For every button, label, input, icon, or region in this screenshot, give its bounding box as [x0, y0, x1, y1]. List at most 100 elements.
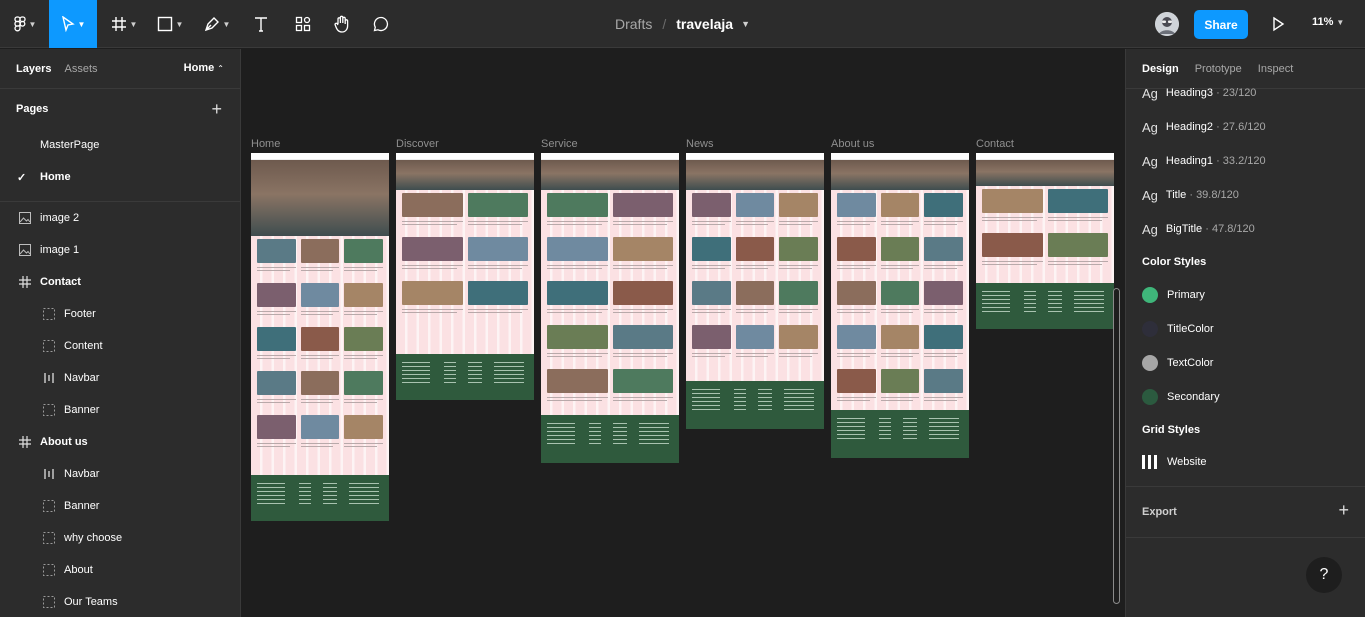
color-style-item[interactable]: Secondary [1126, 380, 1365, 414]
thumbnail-text [924, 224, 957, 225]
thumbnail-text [257, 402, 290, 403]
thumbnail-text [880, 356, 914, 357]
color-style-item[interactable]: TitleColor [1126, 312, 1365, 346]
thumbnail-text [692, 309, 731, 310]
canvas-scrollbar[interactable] [1113, 288, 1120, 604]
section-icon [42, 595, 56, 609]
chevron-down-icon: ▼ [77, 19, 86, 29]
thumbnail-text [547, 397, 608, 398]
rectangle-icon [157, 16, 173, 32]
text-tool-button[interactable] [248, 0, 274, 48]
file-name[interactable]: travelaja [676, 16, 733, 32]
main-menu-button[interactable]: ▼ [8, 0, 42, 48]
tab-layers[interactable]: Layers [16, 63, 51, 75]
thumbnail-text [344, 355, 383, 356]
grid-style-item[interactable]: Website [1126, 446, 1365, 478]
frame-tool-button[interactable]: ▼ [104, 0, 144, 48]
frame-label[interactable]: Service [541, 138, 578, 150]
page-item[interactable]: ✓ Home [0, 161, 240, 193]
layer-item[interactable]: About us [0, 426, 240, 458]
layer-item[interactable]: Banner [0, 490, 240, 522]
thumbnail-image [837, 281, 876, 305]
layer-item[interactable]: Navbar [0, 458, 240, 490]
thumbnail-image [344, 283, 383, 307]
avatar[interactable] [1155, 12, 1179, 36]
thumbnail-text [257, 399, 296, 400]
text-style-item[interactable]: Ag BigTitle · 47.8/120 [1126, 212, 1365, 246]
frame-label[interactable]: News [686, 138, 714, 150]
layer-item[interactable]: Contact [0, 266, 240, 298]
thumbnail-text [300, 443, 340, 444]
page-selector[interactable]: Home ⌃ [184, 62, 224, 74]
drafts-link[interactable]: Drafts [615, 16, 652, 32]
tab-inspect[interactable]: Inspect [1258, 63, 1293, 75]
layer-item[interactable]: Content [0, 330, 240, 362]
hand-tool-button[interactable] [329, 0, 355, 48]
tab-design[interactable]: Design [1142, 63, 1179, 75]
thumbnail-text [837, 400, 870, 401]
color-style-item[interactable]: Primary [1126, 278, 1365, 312]
layer-item[interactable]: Banner [0, 394, 240, 426]
text-style-item[interactable]: Ag Title · 39.8/120 [1126, 178, 1365, 212]
layer-item[interactable]: image 2 [0, 202, 240, 234]
present-button[interactable] [1268, 14, 1288, 34]
help-button[interactable]: ? [1306, 557, 1342, 593]
layer-item[interactable]: Navbar [0, 362, 240, 394]
thumbnail-text [735, 221, 775, 222]
frame-label[interactable]: About us [831, 138, 874, 150]
tab-prototype[interactable]: Prototype [1195, 63, 1242, 75]
pen-tool-button[interactable]: ▼ [197, 0, 237, 48]
layers-panel: Layers Assets Home ⌃ Pages + MasterPage ✓… [0, 49, 241, 617]
layer-label: About [64, 564, 93, 576]
frame-thumbnail[interactable] [251, 153, 389, 521]
frame-thumbnail[interactable] [831, 153, 969, 458]
chevron-down-icon[interactable]: ▼ [741, 19, 750, 29]
export-label: Export [1142, 506, 1177, 518]
shape-tool-button[interactable]: ▼ [150, 0, 190, 48]
thumbnail-text [1047, 217, 1108, 218]
layer-item[interactable]: About [0, 554, 240, 586]
thumbnail-text [880, 397, 920, 398]
thumbnail-text [880, 265, 920, 266]
thumbnail-text [982, 264, 1037, 265]
layer-item[interactable]: Our Teams [0, 586, 240, 617]
frame-label[interactable]: Discover [396, 138, 439, 150]
chevron-down-icon: ▼ [28, 19, 37, 29]
color-style-item[interactable]: TextColor [1126, 346, 1365, 380]
frame-thumbnail[interactable] [396, 153, 534, 400]
thumbnail-image [612, 325, 673, 349]
text-style-item[interactable]: Ag Heading3 · 23/120 [1126, 76, 1365, 110]
thumbnail-image [547, 325, 608, 349]
zoom-control[interactable]: 11% ▼ [1312, 16, 1344, 28]
resources-tool-button[interactable] [290, 0, 316, 48]
color-styles-list: Primary TitleColor TextColor Secondary [1126, 278, 1365, 414]
thumbnail-text [300, 314, 334, 315]
frame-thumbnail[interactable] [686, 153, 824, 429]
grid-icon [1142, 455, 1157, 469]
frame-label[interactable]: Home [251, 138, 280, 150]
frame-thumbnail[interactable] [976, 153, 1114, 329]
thumbnail-text [779, 268, 812, 269]
layer-item[interactable]: why choose [0, 522, 240, 554]
tab-assets[interactable]: Assets [64, 63, 97, 75]
add-page-icon[interactable]: + [211, 99, 222, 120]
text-style-item[interactable]: Ag Heading2 · 27.6/120 [1126, 110, 1365, 144]
thumbnail-text [735, 265, 775, 266]
frame-thumbnail[interactable] [541, 153, 679, 463]
share-button[interactable]: Share [1194, 10, 1248, 39]
add-export-icon[interactable]: + [1338, 500, 1349, 521]
thumbnail-text [1047, 264, 1102, 265]
move-tool-button[interactable]: ▼ [49, 0, 97, 48]
canvas[interactable]: Home Discover Service News About us Contact [241, 49, 1125, 617]
layer-item[interactable]: image 1 [0, 234, 240, 266]
page-item[interactable]: MasterPage [0, 129, 240, 161]
thumbnail-text [300, 358, 334, 359]
thumbnail-image [880, 325, 920, 349]
thumbnail-text [402, 265, 463, 266]
comment-tool-button[interactable] [368, 0, 394, 48]
page-item-label: MasterPage [40, 139, 100, 151]
thumbnail-image [547, 281, 608, 305]
layer-item[interactable]: Footer [0, 298, 240, 330]
frame-label[interactable]: Contact [976, 138, 1014, 150]
text-style-item[interactable]: Ag Heading1 · 33.2/120 [1126, 144, 1365, 178]
